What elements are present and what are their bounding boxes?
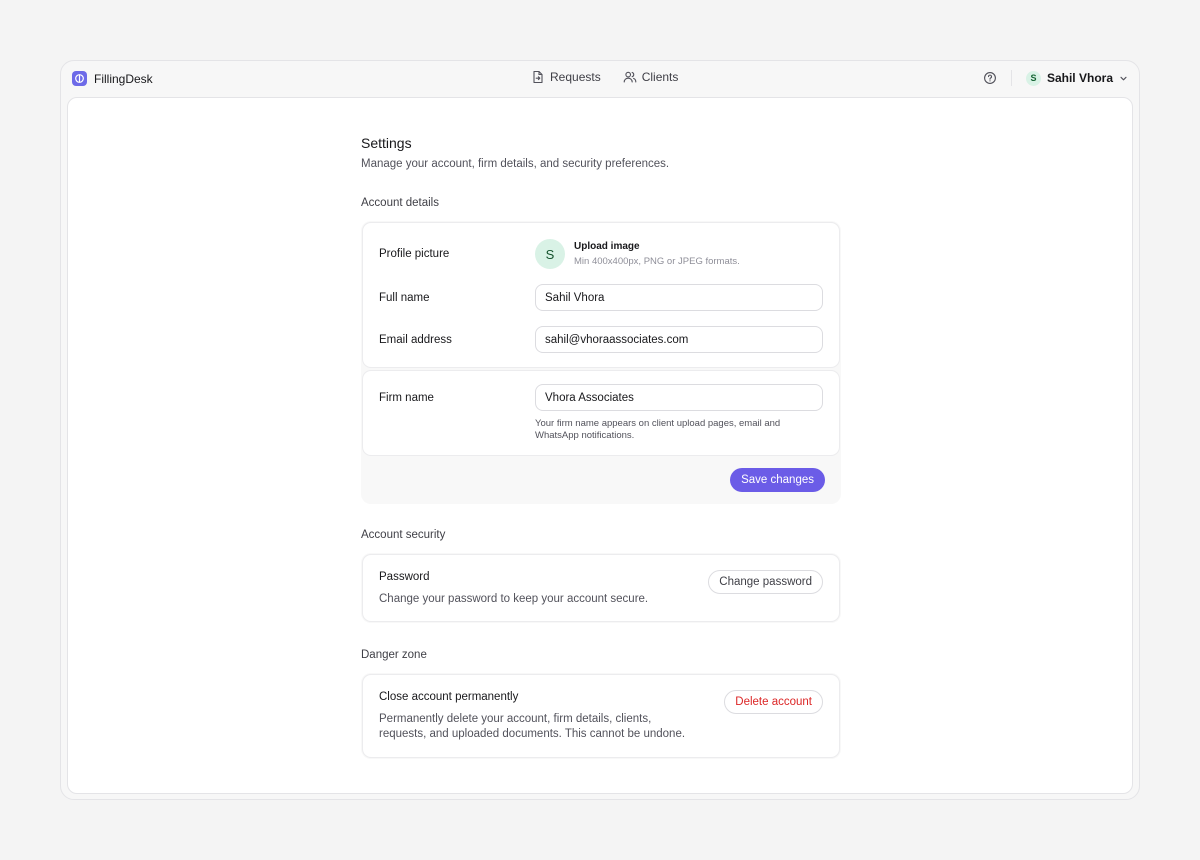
file-upload-icon <box>533 70 543 84</box>
change-password-button[interactable]: Change password <box>708 570 823 594</box>
close-account-card: Close account permanently Permanently de… <box>363 675 839 757</box>
firm-name-label: Firm name <box>379 392 434 404</box>
header-divider <box>1010 70 1012 86</box>
header-right: S Sahil Vhora <box>983 70 1128 86</box>
help-icon[interactable] <box>983 71 997 85</box>
security-card-wrap: Password Change your password to keep yo… <box>361 553 841 623</box>
danger-card-wrap: Close account permanently Permanently de… <box>361 673 841 759</box>
profile-card: Profile picture S Upload image Min 400x4… <box>363 223 839 367</box>
full-name-label: Full name <box>379 292 430 304</box>
account-details-card: Profile picture S Upload image Min 400x4… <box>361 221 841 504</box>
user-avatar: S <box>1025 70 1041 86</box>
upload-image-link[interactable]: Upload image <box>574 241 640 252</box>
password-description: Change your password to keep your accoun… <box>379 593 649 605</box>
section-title-danger-zone: Danger zone <box>361 649 427 661</box>
password-card: Password Change your password to keep yo… <box>363 555 839 621</box>
save-changes-button[interactable]: Save changes <box>730 468 825 492</box>
nav-label-clients: Clients <box>641 70 679 84</box>
email-label: Email address <box>379 334 452 346</box>
section-title-account-security: Account security <box>361 529 446 541</box>
app-logo-icon <box>72 71 87 86</box>
full-name-field[interactable] <box>535 284 823 311</box>
firm-name-help-text: Your firm name appears on client upload … <box>535 418 781 441</box>
profile-picture-label: Profile picture <box>379 248 450 260</box>
email-field[interactable] <box>535 326 823 353</box>
password-title: Password <box>379 571 430 583</box>
brand[interactable]: FillingDesk <box>72 71 153 86</box>
delete-account-button[interactable]: Delete account <box>724 690 823 714</box>
avatar[interactable]: S <box>535 239 565 269</box>
main-nav: Requests Clients <box>531 70 678 84</box>
firm-card: Firm name Your firm name appears on clie… <box>363 371 839 455</box>
page-title: Settings <box>361 135 412 151</box>
main-content: Settings Manage your account, firm detai… <box>67 97 1133 794</box>
top-bar: FillingDesk Requests Clients S Sahil Vho… <box>61 61 1139 97</box>
nav-item-requests[interactable]: Requests <box>531 70 601 84</box>
app-window: FillingDesk Requests Clients S Sahil Vho… <box>60 60 1140 800</box>
app-name: FillingDesk <box>94 71 153 86</box>
upload-hint: Min 400x400px, PNG or JPEG formats. <box>574 256 740 267</box>
users-icon <box>623 71 637 83</box>
nav-item-clients[interactable]: Clients <box>623 70 679 84</box>
section-title-account-details: Account details <box>361 197 439 209</box>
page-subtitle: Manage your account, firm details, and s… <box>361 158 670 170</box>
user-name: Sahil Vhora <box>1046 71 1113 85</box>
firm-name-field[interactable] <box>535 384 823 411</box>
close-account-title: Close account permanently <box>379 691 519 703</box>
close-account-description: Permanently delete your account, firm de… <box>379 713 686 740</box>
user-menu[interactable]: S Sahil Vhora <box>1025 70 1128 86</box>
nav-label-requests: Requests <box>550 70 601 84</box>
chevron-down-icon <box>1120 76 1127 80</box>
